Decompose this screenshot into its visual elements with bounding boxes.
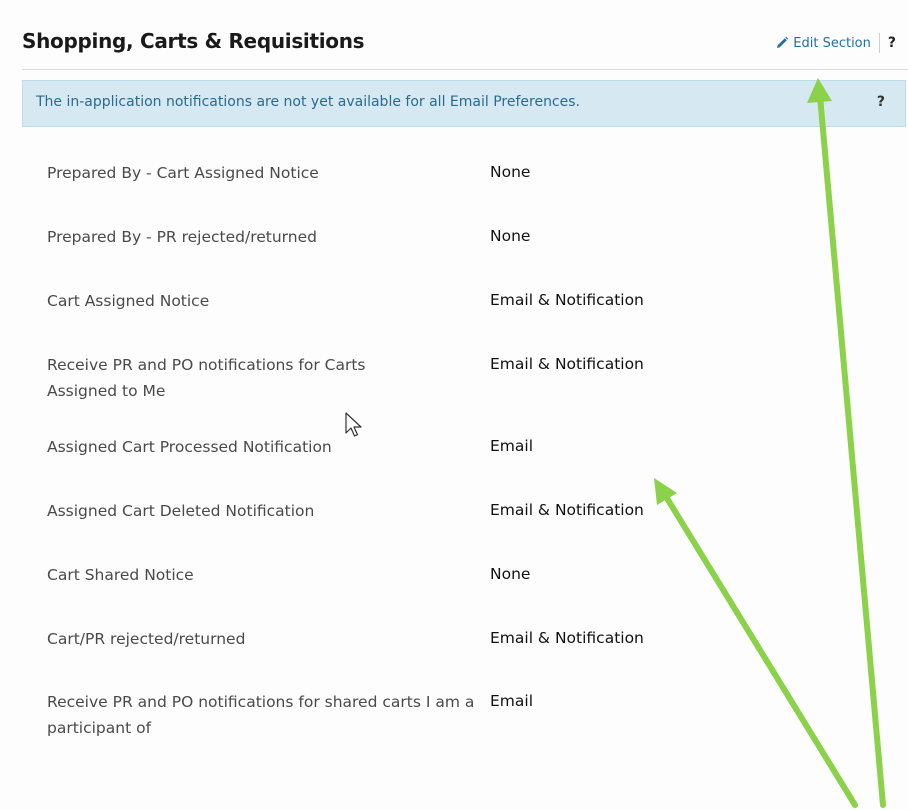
annotation-arrow-to-values (662, 492, 858, 808)
preference-value: Email (490, 437, 534, 455)
mouse-cursor-icon (345, 412, 362, 437)
preference-value: Email & Notification (490, 291, 644, 309)
preference-value: None (490, 227, 531, 245)
preference-value: Email & Notification (490, 629, 644, 647)
header-actions: Edit Section ? (775, 33, 896, 53)
info-notice: The in-application notifications are not… (22, 80, 906, 127)
preference-value: Email (490, 692, 534, 710)
section-help-button[interactable]: ? (888, 35, 896, 51)
preference-label: Cart Shared Notice (47, 566, 194, 584)
preference-label: Receive PR and PO notifications for Cart… (47, 356, 366, 400)
info-help-button[interactable]: ? (877, 94, 885, 110)
preference-label: Cart Assigned Notice (47, 292, 210, 310)
preference-label: Assigned Cart Deleted Notification (47, 502, 315, 520)
section-header: Shopping, Carts & Requisitions Edit Sect… (22, 25, 908, 70)
preference-label: Prepared By - PR rejected/returned (47, 228, 317, 246)
pencil-icon (777, 36, 789, 48)
preference-value: Email & Notification (490, 501, 644, 519)
preference-label: Receive PR and PO notifications for shar… (47, 693, 475, 737)
preference-value: None (490, 163, 531, 181)
preference-label: Prepared By - Cart Assigned Notice (47, 164, 319, 182)
annotation-arrowhead-values (654, 478, 677, 505)
annotation-arrow-to-edit (817, 93, 886, 808)
edit-section-label: Edit Section (793, 35, 871, 51)
edit-section-button[interactable]: Edit Section (775, 33, 880, 53)
preference-value: None (490, 565, 531, 583)
section-title: Shopping, Carts & Requisitions (22, 29, 365, 53)
preference-label: Cart/PR rejected/returned (47, 630, 246, 648)
info-notice-text: The in-application notifications are not… (36, 94, 580, 110)
preference-value: Email & Notification (490, 355, 644, 373)
email-preferences-page: Shopping, Carts & Requisitions Edit Sect… (0, 0, 908, 810)
preference-label: Assigned Cart Processed Notification (47, 438, 332, 456)
